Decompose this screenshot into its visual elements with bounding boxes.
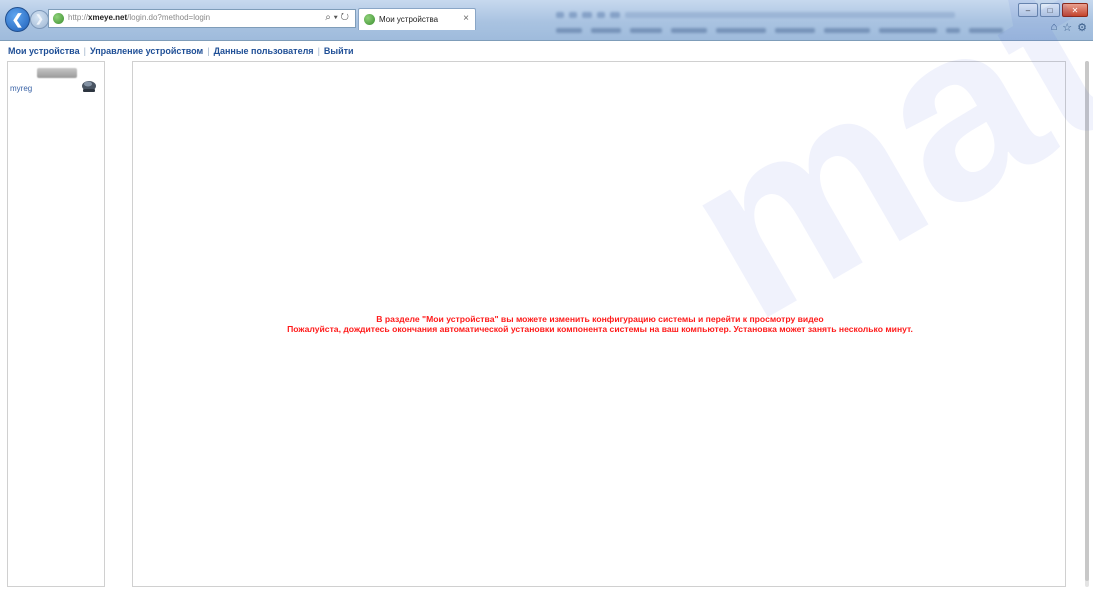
browser-tools: ⌂ ☆ ⚙ xyxy=(1051,21,1087,34)
maximize-button[interactable]: □ xyxy=(1040,3,1060,17)
browser-tab[interactable]: Мои устройства × xyxy=(358,8,476,30)
close-window-button[interactable]: ✕ xyxy=(1062,3,1088,17)
device-group-header[interactable] xyxy=(37,68,77,78)
message-line-2: Пожалуйста, дождитесь окончания автомати… xyxy=(287,324,913,334)
main-content-panel: В разделе "Мои устройства" вы можете изм… xyxy=(132,61,1066,587)
nav-logout[interactable]: Выйти xyxy=(324,46,354,56)
device-list-panel: myreg xyxy=(7,61,105,587)
browser-toolbar: ❮ ❯ http://xmeye.net/login.do?method=log… xyxy=(0,0,1093,41)
gear-icon[interactable]: ⚙ xyxy=(1077,21,1087,34)
message-line-1: В разделе "Мои устройства" вы можете изм… xyxy=(376,314,824,324)
site-nav: Мои устройства | Управление устройством … xyxy=(8,44,354,58)
home-icon[interactable]: ⌂ xyxy=(1051,21,1058,34)
tab-title: Мои устройства xyxy=(379,15,439,24)
nav-separator: | xyxy=(207,46,210,56)
blurred-toolbar-area xyxy=(556,5,1026,33)
nav-separator: | xyxy=(317,46,320,56)
tab-close-icon[interactable]: × xyxy=(463,13,469,24)
nav-my-devices[interactable]: Мои устройства xyxy=(8,46,80,56)
dvr-device-icon[interactable] xyxy=(80,79,98,93)
tab-favicon-icon xyxy=(364,14,375,25)
device-item-myreg[interactable]: myreg xyxy=(10,84,32,93)
window-controls: – □ ✕ xyxy=(1018,3,1088,17)
search-refresh-icon[interactable]: ⌕ ▾ ↻ xyxy=(325,12,349,23)
favorites-star-icon[interactable]: ☆ xyxy=(1062,21,1072,34)
site-favicon-icon xyxy=(53,13,64,24)
nav-device-management[interactable]: Управление устройством xyxy=(90,46,203,56)
url-text: http://xmeye.net/login.do?method=login xyxy=(68,13,211,22)
back-button[interactable]: ❮ xyxy=(5,7,30,32)
scrollbar-thumb[interactable] xyxy=(1085,61,1089,581)
minimize-button[interactable]: – xyxy=(1018,3,1038,17)
arrow-left-icon: ❮ xyxy=(11,11,24,27)
nav-separator: | xyxy=(83,46,86,56)
nav-user-data[interactable]: Данные пользователя xyxy=(214,46,314,56)
address-bar[interactable]: http://xmeye.net/login.do?method=login ⌕… xyxy=(48,9,356,28)
arrow-right-icon: ❯ xyxy=(35,14,44,25)
forward-button[interactable]: ❯ xyxy=(30,10,49,29)
install-message: В разделе "Мои устройства" вы можете изм… xyxy=(133,314,1067,334)
page-scrollbar[interactable] xyxy=(1085,61,1089,587)
